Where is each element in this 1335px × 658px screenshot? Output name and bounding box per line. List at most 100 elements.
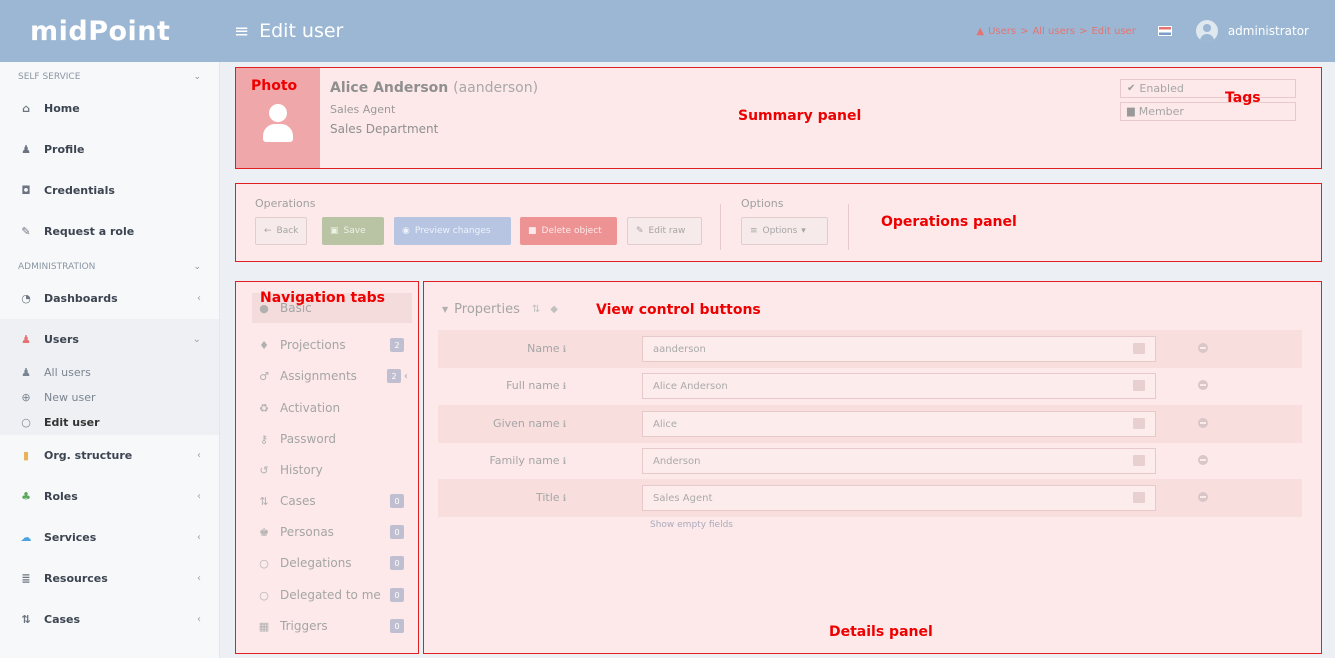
- tab-triggers[interactable]: ▦ Triggers 0: [252, 611, 412, 641]
- plus-circle-icon: ⊕: [21, 391, 31, 404]
- tab-history[interactable]: ↺ History: [252, 455, 412, 485]
- remove-value-icon[interactable]: [1198, 343, 1208, 353]
- property-row: Full name ℹ Alice Anderson: [438, 367, 1302, 405]
- info-icon[interactable]: ℹ: [563, 494, 566, 504]
- properties-title: Properties: [454, 302, 520, 317]
- sort-icon[interactable]: ⇅: [532, 304, 540, 315]
- info-icon[interactable]: ℹ: [563, 457, 566, 467]
- field-value: aanderson: [653, 343, 706, 355]
- save-button[interactable]: ▣ Save: [322, 217, 384, 245]
- language-flag-icon[interactable]: [1157, 26, 1172, 36]
- sidebar-item-credentials[interactable]: ◘ Credentials: [0, 170, 219, 211]
- sidebar-item-org-structure[interactable]: ▮ Org. structure ‹: [0, 435, 219, 476]
- full-name-field[interactable]: Alice Anderson: [642, 373, 1156, 399]
- current-user-name[interactable]: administrator: [1228, 24, 1309, 38]
- info-icon[interactable]: ℹ: [563, 420, 566, 430]
- tab-password[interactable]: ⚷ Password: [252, 424, 412, 454]
- eye-icon: ◉: [402, 226, 410, 236]
- translate-icon[interactable]: [1133, 418, 1145, 429]
- remove-value-icon[interactable]: [1198, 380, 1208, 390]
- breadcrumb-home-icon[interactable]: ▲: [976, 26, 984, 37]
- preview-changes-button[interactable]: ◉ Preview changes: [394, 217, 511, 245]
- given-name-field[interactable]: Alice: [642, 411, 1156, 437]
- back-button[interactable]: ← Back: [255, 217, 308, 245]
- midpoint-logo[interactable]: midPoint: [0, 0, 220, 62]
- tab-cases[interactable]: ⇅ Cases 0: [252, 486, 412, 516]
- cases-icon: ⇅: [259, 494, 269, 508]
- main-content: Alice Anderson (aanderson) Sales Agent S…: [220, 62, 1335, 658]
- tag-icon[interactable]: ◆: [550, 304, 558, 315]
- tab-projections[interactable]: ♦ Projections 2: [252, 330, 412, 360]
- tab-label: Cases: [280, 494, 316, 508]
- divider: [848, 204, 849, 250]
- sidebar-item-users[interactable]: ♟ Users ⌄: [0, 319, 219, 360]
- tab-delegations[interactable]: ○ Delegations 0: [252, 548, 412, 578]
- sidebar-header-administration[interactable]: ADMINISTRATION ⌄: [0, 256, 219, 278]
- translate-icon[interactable]: [1133, 455, 1145, 466]
- remove-value-icon[interactable]: [1198, 455, 1208, 465]
- sidebar-item-cases[interactable]: ⇅ Cases ‹: [0, 599, 219, 640]
- annotation-view-control-buttons: View control buttons: [596, 302, 761, 318]
- show-empty-fields-link[interactable]: Show empty fields: [650, 520, 733, 530]
- menu-toggle-icon[interactable]: ≡: [234, 21, 249, 42]
- property-label-text: Name: [527, 342, 560, 355]
- sidebar-item-label: Org. structure: [44, 449, 133, 462]
- sidebar-subitem-label: All users: [44, 366, 91, 379]
- sidebar-subitem-all-users[interactable]: ♟ All users: [0, 360, 219, 385]
- title-field[interactable]: Sales Agent: [642, 485, 1156, 511]
- sidebar-item-label: Profile: [44, 143, 85, 156]
- translate-icon[interactable]: [1133, 380, 1145, 391]
- tab-label: Delegated to me: [280, 588, 381, 602]
- breadcrumb-users[interactable]: Users: [988, 26, 1016, 37]
- edit-raw-button[interactable]: ✎ Edit raw: [627, 217, 702, 245]
- property-row: Name ℹ aanderson: [438, 330, 1302, 368]
- property-label-text: Title: [536, 491, 560, 504]
- chevron-left-icon: ‹: [197, 573, 201, 584]
- tag-label: Member: [1138, 105, 1184, 118]
- sidebar-item-label: Credentials: [44, 184, 115, 197]
- tab-personas[interactable]: ♚ Personas 0: [252, 517, 412, 547]
- home-icon: ⌂: [22, 102, 30, 115]
- info-icon[interactable]: ℹ: [563, 382, 566, 392]
- remove-value-icon[interactable]: [1198, 418, 1208, 428]
- properties-header[interactable]: ▼ Properties ⇅ ◆: [442, 302, 558, 317]
- count-badge: 0: [390, 525, 404, 539]
- sidebar-item-request-role[interactable]: ✎ Request a role: [0, 211, 219, 252]
- sidebar-item-dashboards[interactable]: ◔ Dashboards ‹: [0, 278, 219, 319]
- property-label: Family name ℹ: [489, 454, 566, 467]
- count-badge: 0: [390, 619, 404, 633]
- chevron-down-icon[interactable]: ⌄: [193, 72, 201, 82]
- info-icon[interactable]: ℹ: [563, 345, 566, 355]
- sidebar-item-resources[interactable]: ≣ Resources ‹: [0, 558, 219, 599]
- user-photo-head: [269, 104, 287, 122]
- divider: [720, 204, 721, 250]
- translate-icon[interactable]: [1133, 492, 1145, 503]
- back-button-label: Back: [276, 226, 299, 236]
- chevron-left-icon[interactable]: ‹: [404, 371, 408, 382]
- sidebar-item-roles[interactable]: ♣ Roles ‹: [0, 476, 219, 517]
- tab-delegated-to-me[interactable]: ○ Delegated to me 0: [252, 580, 412, 610]
- sidebar: SELF SERVICE ⌄ ⌂ Home ♟ Profile ◘ Credentia…: [0, 62, 220, 658]
- translate-icon[interactable]: [1133, 343, 1145, 354]
- sidebar-header-self-service[interactable]: SELF SERVICE ⌄: [0, 66, 219, 88]
- remove-value-icon[interactable]: [1198, 492, 1208, 502]
- tab-activation[interactable]: ♻ Activation: [252, 393, 412, 423]
- tab-assignments[interactable]: ♂ Assignments 2 ‹: [252, 361, 412, 391]
- name-field[interactable]: aanderson: [642, 336, 1156, 362]
- caret-down-icon[interactable]: ▼: [442, 305, 448, 314]
- sidebar-subitem-new-user[interactable]: ⊕ New user: [0, 385, 219, 410]
- sidebar-item-label: Roles: [44, 490, 78, 503]
- delete-object-button[interactable]: ■ Delete object: [520, 217, 617, 245]
- options-dropdown-button[interactable]: ≡ Options ▾: [741, 217, 828, 245]
- user-avatar-icon[interactable]: [1195, 20, 1218, 42]
- breadcrumb-all-users[interactable]: All users: [1032, 26, 1075, 37]
- breadcrumb-separator: >: [1020, 25, 1029, 37]
- sidebar-subitem-edit-user[interactable]: ○ Edit user: [0, 410, 219, 435]
- field-value: Anderson: [653, 455, 701, 467]
- family-name-field[interactable]: Anderson: [642, 448, 1156, 474]
- chevron-down-icon: ⌄: [192, 334, 201, 345]
- sidebar-item-services[interactable]: ☁ Services ‹: [0, 517, 219, 558]
- sidebar-item-home[interactable]: ⌂ Home: [0, 88, 219, 129]
- sidebar-item-profile[interactable]: ♟ Profile: [0, 129, 219, 170]
- chevron-down-icon[interactable]: ⌄: [193, 262, 201, 272]
